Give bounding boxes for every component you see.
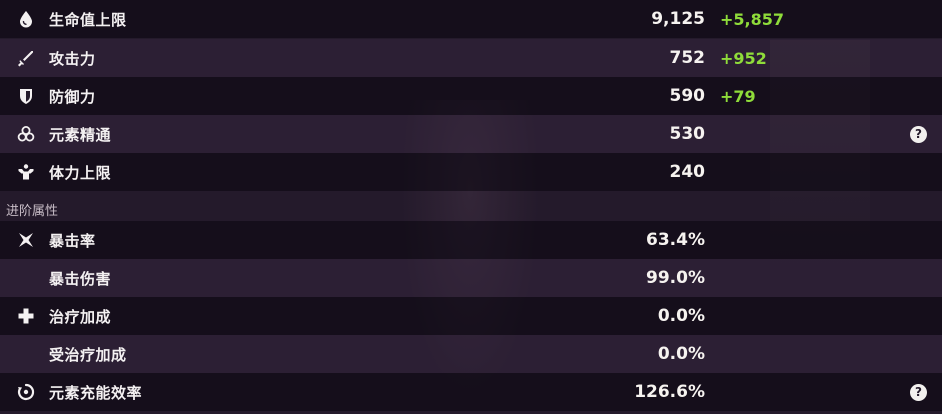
stat-row-hp: 生命值上限 9,125 +5,857 xyxy=(0,0,942,38)
stat-value: 0.0% xyxy=(657,344,705,364)
stat-label: 防御力 xyxy=(49,87,96,106)
character-attributes-panel: 生命值上限 9,125 +5,857 攻击力 752 +952 防御力 590 … xyxy=(0,0,942,414)
stat-value: 240 xyxy=(669,162,706,182)
stat-label: 暴击率 xyxy=(49,231,96,250)
stat-value: 126.6% xyxy=(634,382,705,402)
stat-label: 攻击力 xyxy=(49,49,96,68)
sword-icon xyxy=(17,49,35,67)
water-drop-icon xyxy=(17,10,35,28)
help-icon[interactable]: ? xyxy=(910,383,927,401)
stat-value: 0.0% xyxy=(657,306,705,326)
stat-row-atk: 攻击力 752 +952 xyxy=(0,39,942,77)
stat-value: 63.4% xyxy=(646,230,705,250)
help-icon[interactable]: ? xyxy=(910,125,927,143)
stat-value: 99.0% xyxy=(646,268,705,288)
energy-recharge-icon xyxy=(17,383,35,401)
stat-label: 体力上限 xyxy=(49,163,112,182)
crit-star-icon xyxy=(17,231,35,249)
shield-icon xyxy=(17,87,35,105)
stat-value: 590 xyxy=(669,86,706,106)
stat-value: 9,125 xyxy=(651,9,705,29)
stat-label: 元素精通 xyxy=(49,125,112,144)
stat-bonus: +952 xyxy=(720,48,767,68)
stat-row-healing-bonus: 治疗加成 0.0% xyxy=(0,297,942,335)
stat-row-incoming-healing: 受治疗加成 0.0% xyxy=(0,335,942,373)
stat-value: 752 xyxy=(669,48,706,68)
stat-label: 治疗加成 xyxy=(49,307,112,326)
stat-bonus: +79 xyxy=(720,86,756,106)
stat-row-crit-rate: 暴击率 63.4% xyxy=(0,221,942,259)
stat-row-stamina: 体力上限 240 xyxy=(0,153,942,191)
stat-label: 暴击伤害 xyxy=(49,269,112,288)
stamina-icon xyxy=(17,163,35,181)
healing-cross-icon xyxy=(17,307,35,325)
stat-row-energy-recharge: 元素充能效率 126.6% ? xyxy=(0,373,942,411)
stat-row-def: 防御力 590 +79 xyxy=(0,77,942,115)
stat-bonus: +5,857 xyxy=(720,9,785,29)
stat-label: 生命值上限 xyxy=(49,10,127,29)
stat-row-crit-dmg: 暴击伤害 99.0% xyxy=(0,259,942,297)
stat-label: 元素充能效率 xyxy=(49,383,143,402)
stat-label: 受治疗加成 xyxy=(49,345,127,364)
elemental-mastery-icon xyxy=(17,125,35,143)
stat-row-elemental-mastery: 元素精通 530 ? xyxy=(0,115,942,153)
stat-value: 530 xyxy=(669,124,706,144)
advanced-stats-heading: 进阶属性 xyxy=(6,204,59,219)
